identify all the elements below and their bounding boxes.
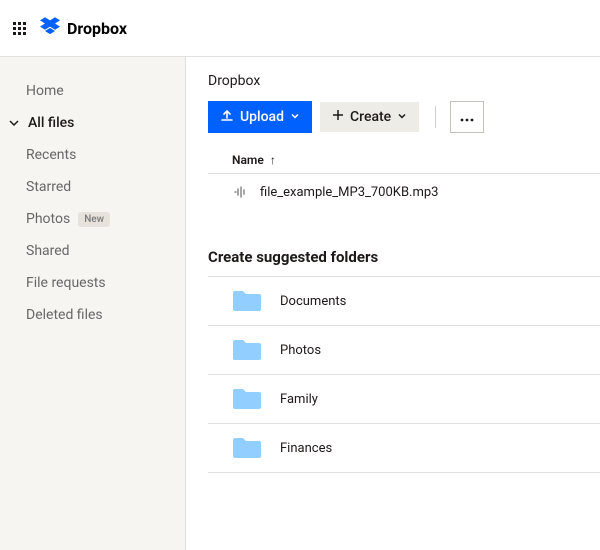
toolbar-separator	[435, 106, 436, 128]
sidebar-item-label: Shared	[26, 243, 70, 259]
more-button[interactable]	[450, 101, 484, 133]
sidebar-item-all-files[interactable]: All files	[0, 107, 185, 139]
new-badge: New	[78, 212, 110, 227]
top-bar: Dropbox	[0, 0, 600, 56]
table-header: Name ↑	[208, 147, 600, 174]
suggested-folder-row[interactable]: Finances	[208, 423, 600, 473]
folder-icon	[232, 387, 262, 411]
chevron-down-icon	[8, 117, 20, 129]
plus-icon	[332, 109, 344, 125]
breadcrumb: Dropbox	[208, 73, 600, 89]
suggested-folder-row[interactable]: Photos	[208, 325, 600, 374]
toolbar: Upload Create	[208, 101, 600, 133]
sidebar-item-deleted-files[interactable]: Deleted files	[0, 299, 185, 331]
suggested-folder-row[interactable]: Documents	[208, 276, 600, 325]
create-button-label: Create	[350, 109, 391, 125]
suggested-folder-name: Photos	[280, 343, 321, 358]
audio-file-icon	[232, 184, 248, 200]
sidebar-item-label: Starred	[26, 179, 71, 195]
ellipsis-icon	[460, 110, 474, 125]
folder-icon	[232, 436, 262, 460]
apps-grid-icon[interactable]	[13, 22, 26, 35]
suggested-heading: Create suggested folders	[208, 248, 600, 266]
file-name: file_example_MP3_700KB.mp3	[260, 185, 439, 200]
upload-button[interactable]: Upload	[208, 101, 312, 133]
suggested-folder-name: Family	[280, 392, 318, 407]
create-button[interactable]: Create	[320, 102, 419, 132]
suggested-folder-row[interactable]: Family	[208, 374, 600, 423]
sidebar-item-photos[interactable]: Photos New	[0, 203, 185, 235]
sidebar-item-label: All files	[28, 115, 74, 131]
sidebar: Home All files Recents Starred Photos Ne…	[0, 57, 186, 550]
sidebar-item-shared[interactable]: Shared	[0, 235, 185, 267]
file-row[interactable]: file_example_MP3_700KB.mp3	[208, 174, 600, 210]
folder-icon	[232, 289, 262, 313]
suggested-folder-name: Documents	[280, 294, 346, 309]
dropbox-glyph-icon	[40, 17, 60, 39]
column-name[interactable]: Name	[232, 153, 264, 167]
dropbox-logo[interactable]: Dropbox	[40, 17, 127, 39]
sidebar-item-label: Deleted files	[26, 307, 103, 323]
chevron-down-icon	[290, 109, 300, 125]
suggested-folder-name: Finances	[280, 441, 332, 456]
main-content: Dropbox Upload Create	[186, 57, 600, 550]
sidebar-item-starred[interactable]: Starred	[0, 171, 185, 203]
dropbox-wordmark: Dropbox	[67, 19, 127, 38]
upload-button-label: Upload	[240, 109, 284, 125]
sidebar-item-label: Recents	[26, 147, 76, 163]
sort-arrow-up-icon[interactable]: ↑	[270, 153, 276, 167]
sidebar-item-file-requests[interactable]: File requests	[0, 267, 185, 299]
chevron-down-icon	[397, 109, 407, 125]
sidebar-item-recents[interactable]: Recents	[0, 139, 185, 171]
sidebar-item-label: Photos	[26, 211, 70, 227]
sidebar-item-label: Home	[26, 83, 64, 99]
folder-icon	[232, 338, 262, 362]
upload-icon	[220, 108, 234, 126]
sidebar-item-label: File requests	[26, 275, 106, 291]
sidebar-item-home[interactable]: Home	[0, 75, 185, 107]
